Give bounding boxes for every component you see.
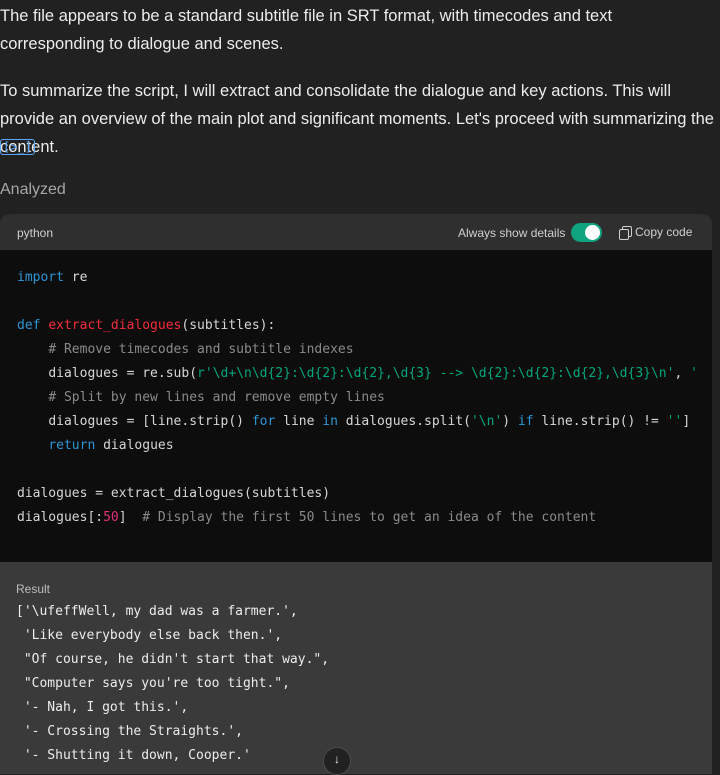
result-line: '- Crossing the Straights.', [16, 724, 243, 739]
always-show-details-toggle[interactable] [571, 223, 602, 242]
code-interpreter-card: python Always show details Copy code imp… [0, 214, 712, 774]
copy-code-label: Copy code [635, 225, 693, 239]
arrow-down-icon: ↓ [334, 752, 340, 766]
copy-icon [619, 225, 632, 240]
result-text: ['\ufeffWell, my dad was a farmer.', 'Li… [16, 600, 329, 768]
assistant-paragraph-2: To summarize the script, I will extract … [0, 82, 714, 156]
result-line: ['\ufeffWell, my dad was a farmer.', [16, 604, 298, 619]
result-line: '- Nah, I got this.', [16, 700, 189, 715]
result-line: '- Shutting it down, Cooper.' [16, 748, 251, 763]
analyzed-status[interactable]: Analyzed [0, 181, 66, 199]
copy-code-button[interactable]: Copy code [619, 224, 692, 240]
result-label: Result [16, 582, 51, 596]
scroll-to-bottom-button[interactable]: ↓ [323, 747, 351, 775]
result-line: 'Like everybody else back then.', [16, 628, 283, 643]
language-label: python [17, 226, 54, 240]
code-snippet-icon[interactable]: [>_] [0, 139, 35, 155]
assistant-paragraph-1: The file appears to be a standard subtit… [0, 7, 613, 53]
toggle-knob [585, 225, 600, 240]
result-line: "Of course, he didn't start that way.", [16, 652, 330, 667]
code-block-header: python Always show details Copy code [0, 214, 712, 250]
code-area: import re def extract_dialogues(subtitle… [0, 250, 712, 562]
always-show-details-label: Always show details [458, 226, 566, 240]
code-text: import re def extract_dialogues(subtitle… [17, 270, 698, 525]
result-area: Result ['\ufeffWell, my dad was a farmer… [0, 562, 712, 774]
result-line: "Computer says you're too tight.", [16, 676, 290, 691]
